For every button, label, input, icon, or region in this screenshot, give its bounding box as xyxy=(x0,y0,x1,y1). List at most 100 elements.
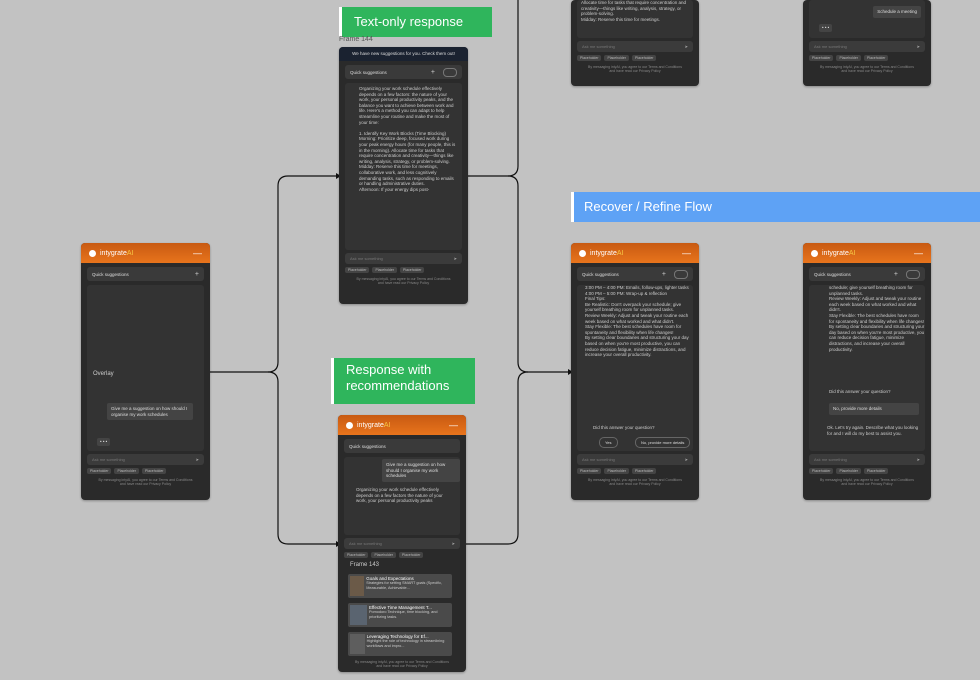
brand-title: intygrateAI xyxy=(822,249,856,257)
assistant-response: 3:00 PM – 4:00 PM: Emails, follow-ups, l… xyxy=(585,285,689,358)
tag[interactable]: Placeholder xyxy=(577,468,602,474)
tag[interactable]: Placeholder xyxy=(577,55,602,61)
more-details-button[interactable]: No, provide more details xyxy=(635,437,691,448)
tag[interactable]: Placeholder xyxy=(141,468,167,474)
frame-caption-144: Frame 144 xyxy=(339,36,373,43)
logo-icon xyxy=(346,421,353,429)
tag[interactable]: Placeholder xyxy=(399,267,425,273)
assistant-response: schedule; give yourself breathing room f… xyxy=(829,285,925,352)
phone-recommendations: intygrateAI — Quick suggestions Give me a… xyxy=(338,415,466,672)
typing-indicator: • • • xyxy=(819,24,833,32)
logo-icon xyxy=(89,249,96,257)
footer-legal: By messaging intyAI, you agree to our Te… xyxy=(820,478,914,486)
send-icon[interactable]: ➤ xyxy=(685,457,688,462)
send-icon[interactable]: ➤ xyxy=(917,44,920,49)
message-input[interactable]: Ask me something ➤ xyxy=(87,454,204,465)
plus-icon[interactable]: + xyxy=(195,271,199,278)
minimize-icon[interactable]: — xyxy=(914,248,923,258)
phone-partial-top-right: Schedule a meeting • • • Ask me somethin… xyxy=(803,0,931,86)
logo-icon xyxy=(811,249,818,257)
footer-legal: By messaging intyAI, you agree to our Te… xyxy=(355,660,449,668)
card-image xyxy=(350,576,365,596)
footer-legal: By messaging intyAI, you agree to our Te… xyxy=(356,277,451,285)
footer-legal: By messaging intyAI, you agree to our Te… xyxy=(820,65,914,73)
assistant-response: Organizing your work schedule effectivel… xyxy=(356,487,443,504)
message-input[interactable]: Ask me something ➤ xyxy=(344,538,460,549)
tag[interactable]: Placeholder xyxy=(604,468,629,474)
retry-message: Ok. Let's try again. Describe what you l… xyxy=(827,425,919,436)
card-image xyxy=(350,605,367,625)
typing-indicator: • • • xyxy=(97,438,111,446)
tag[interactable]: Placeholder xyxy=(345,267,370,273)
quick-suggestions[interactable]: Quick suggestions + xyxy=(577,267,693,281)
label-recover-flow: Recover / Refine Flow xyxy=(571,192,980,222)
brand-title: intygrateAI xyxy=(357,421,391,429)
message-input[interactable]: Ask me something ➤ xyxy=(809,454,925,465)
tag[interactable]: Placeholder xyxy=(836,468,861,474)
tag[interactable]: Placeholder xyxy=(631,468,657,474)
tag[interactable]: Placeholder xyxy=(631,55,657,61)
meeting-chip[interactable]: Schedule a meeting xyxy=(873,6,921,18)
feedback-question: Did this answer your question? xyxy=(829,389,891,394)
minimize-icon[interactable]: — xyxy=(449,420,458,430)
user-message: Give me a suggestion on how should I org… xyxy=(382,459,460,482)
quick-suggestions[interactable]: Quick suggestions + xyxy=(809,267,925,281)
message-input[interactable]: Ask me something ➤ xyxy=(809,41,925,52)
overlay-label: Overlay xyxy=(93,371,114,377)
partial-text: Allocate time for tasks that require con… xyxy=(577,0,693,38)
plus-icon[interactable]: + xyxy=(431,69,435,76)
brand-title: intygrateAI xyxy=(100,249,134,257)
tag[interactable]: Placeholder xyxy=(604,55,629,61)
frame-caption-143: Frame 143 xyxy=(350,562,380,568)
send-icon[interactable]: ➤ xyxy=(917,457,920,462)
footer-legal: By messaging intyAI, you agree to our Te… xyxy=(588,478,682,486)
tag[interactable]: Placeholder xyxy=(87,468,112,474)
send-icon[interactable]: ➤ xyxy=(196,457,199,462)
recommendation-card[interactable]: Goals and Expectations Strategies for set… xyxy=(348,574,452,598)
send-icon[interactable]: ➤ xyxy=(685,44,688,49)
quick-suggestions[interactable]: Quick suggestions + xyxy=(87,267,204,281)
plus-icon[interactable]: + xyxy=(662,271,666,278)
send-icon[interactable]: ➤ xyxy=(452,541,455,546)
minimize-icon[interactable]: — xyxy=(682,248,691,258)
minimize-icon[interactable]: — xyxy=(193,248,202,258)
yes-button[interactable]: Yes xyxy=(599,437,618,448)
tag[interactable]: Placeholder xyxy=(863,55,889,61)
toggle-chip[interactable] xyxy=(674,269,688,279)
tag[interactable]: Placeholder xyxy=(809,468,834,474)
plus-icon[interactable]: + xyxy=(894,271,898,278)
feedback-question: Did this answer your question? xyxy=(593,425,655,430)
send-icon[interactable]: ➤ xyxy=(454,256,457,261)
phone-partial-top: Allocate time for tasks that require con… xyxy=(571,0,699,86)
user-message: Give me a suggestion on how should I org… xyxy=(107,403,193,420)
footer-legal: By messaging intyAI, you agree to our Te… xyxy=(98,478,193,486)
tag[interactable]: Placeholder xyxy=(344,552,369,558)
recommendation-card[interactable]: Leveraging Technology for Ef... Highlight… xyxy=(348,632,452,656)
phone-retry: intygrateAI — Quick suggestions + schedule… xyxy=(803,243,931,500)
quick-suggestions[interactable]: Quick suggestions xyxy=(344,439,460,453)
phone-text-only: We have new suggestions for you. Check t… xyxy=(339,47,468,304)
footer-legal: By messaging intyAI, you agree to our Te… xyxy=(588,65,682,73)
card-image xyxy=(350,634,365,654)
recommendation-card[interactable]: Effective Time Management T... Pomodoro T… xyxy=(348,603,452,627)
label-text-only: Text-only response xyxy=(339,7,492,37)
toggle-chip[interactable] xyxy=(443,67,457,77)
tag[interactable]: Placeholder xyxy=(836,55,861,61)
user-reply: No, provide more details xyxy=(829,403,919,415)
tag[interactable]: Placeholder xyxy=(809,55,834,61)
assistant-response: Organizing your work schedule effectivel… xyxy=(345,83,462,250)
tag[interactable]: Placeholder xyxy=(114,468,139,474)
message-input[interactable]: Ask me something ➤ xyxy=(345,253,462,264)
phone-overlay: intygrateAI — Quick suggestions + Overlay … xyxy=(81,243,210,500)
suggestions-banner[interactable]: We have new suggestions for you. Check t… xyxy=(339,47,468,61)
tag[interactable]: Placeholder xyxy=(372,267,397,273)
logo-icon xyxy=(579,249,586,257)
tag[interactable]: Placeholder xyxy=(371,552,396,558)
tag[interactable]: Placeholder xyxy=(863,468,889,474)
tag[interactable]: Placeholder xyxy=(398,552,424,558)
quick-suggestions[interactable]: Quick suggestions + xyxy=(345,65,462,79)
message-input[interactable]: Ask me something ➤ xyxy=(577,41,693,52)
label-response-recs: Response with recommendations xyxy=(331,358,475,404)
message-input[interactable]: Ask me something ➤ xyxy=(577,454,693,465)
toggle-chip[interactable] xyxy=(906,269,920,279)
